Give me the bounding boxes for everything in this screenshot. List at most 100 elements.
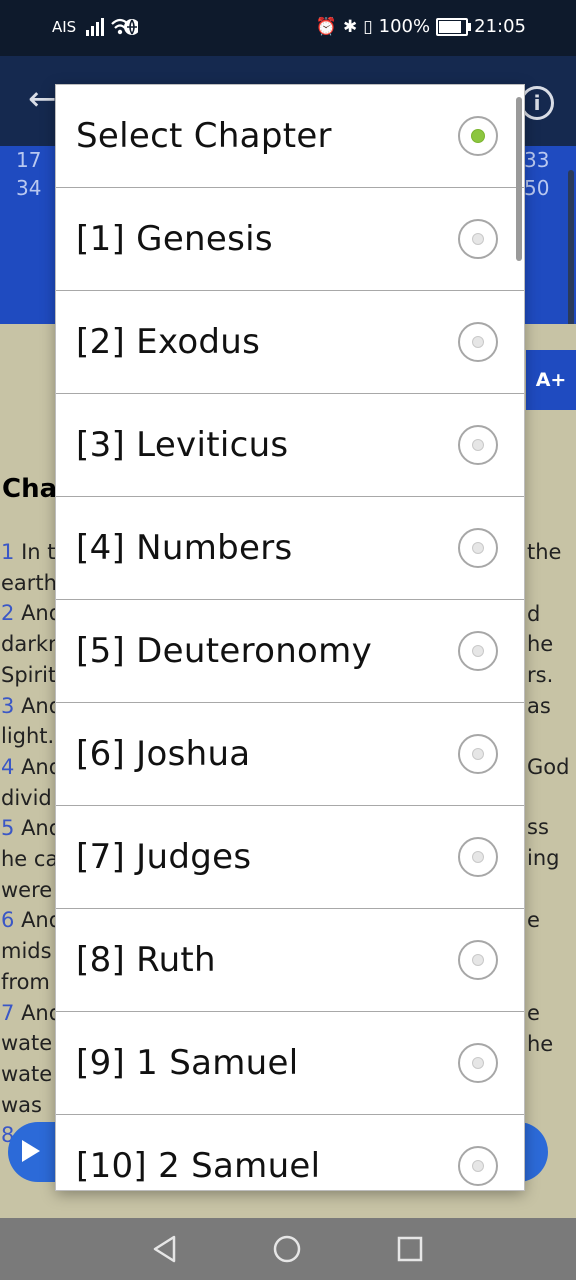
signal-icon [86, 18, 138, 36]
verse-text: divid [1, 786, 52, 810]
battery-fill [439, 20, 462, 33]
verse-text: he ca [1, 847, 59, 871]
book-option[interactable]: [3] Leviticus [56, 394, 524, 497]
carrier-label: AIS [52, 18, 77, 36]
play-icon[interactable] [22, 1140, 40, 1162]
verse-line: mids [1, 939, 52, 963]
option-label: [6] Joshua [76, 734, 251, 774]
nav-home-icon[interactable] [272, 1234, 302, 1264]
verse-text: earth [1, 571, 57, 595]
verse-text-fragment: God [527, 755, 570, 779]
option-label: [9] 1 Samuel [76, 1043, 299, 1083]
select-chapter-dialog: Select Chapter [1] Genesis [2] Exodus [3] L… [56, 85, 524, 1190]
option-label: [4] Numbers [76, 528, 293, 568]
chapter-option-list: Select Chapter [1] Genesis [2] Exodus [3] L… [56, 85, 524, 1190]
option-select-chapter[interactable]: Select Chapter [56, 85, 524, 188]
verse-line: he ca [1, 847, 58, 871]
clock: 21:05 [474, 16, 526, 37]
verse-line: 5 And [1, 816, 62, 840]
info-icon[interactable]: i [520, 86, 554, 120]
status-bar: AIS ⏰ ✱ ▯ 100% 21:05 [0, 0, 576, 56]
book-option[interactable]: [8] Ruth [56, 909, 524, 1012]
chapter-number[interactable]: 34 [16, 176, 41, 200]
battery-icon [436, 17, 472, 36]
verse-number[interactable]: 1 [1, 540, 14, 564]
radio-button[interactable] [458, 1146, 498, 1186]
chapter-number[interactable]: 50 [524, 176, 549, 200]
verse-text-fragment: rs. [527, 663, 554, 687]
verse-number[interactable]: 7 [1, 1001, 14, 1025]
option-label: [8] Ruth [76, 940, 216, 980]
verse-number[interactable]: 2 [1, 601, 14, 625]
radio-button[interactable] [458, 219, 498, 259]
verse-text: wate [1, 1031, 53, 1055]
verse-text: was [1, 1093, 42, 1117]
verse-text: Spirit [1, 663, 57, 687]
verse-line: was [1, 1093, 42, 1117]
option-label: [1] Genesis [76, 219, 273, 259]
verse-text-fragment: d [527, 602, 541, 626]
verse-text-fragment: as [527, 694, 551, 718]
verse-number[interactable]: 6 [1, 908, 14, 932]
verse-line: divid [1, 786, 52, 810]
arrow-back-icon[interactable]: ← [28, 82, 57, 116]
option-label: [5] Deuteronomy [76, 631, 372, 671]
book-option[interactable]: [4] Numbers [56, 497, 524, 600]
verse-text-fragment: he [527, 632, 554, 656]
radio-button[interactable] [458, 528, 498, 568]
font-increase-button[interactable]: A+ [526, 350, 576, 410]
radio-button[interactable] [458, 940, 498, 980]
alarm-icon: ⏰ [315, 16, 338, 37]
book-option[interactable]: [1] Genesis [56, 188, 524, 291]
radio-button[interactable] [458, 322, 498, 362]
nav-back-icon[interactable] [150, 1234, 180, 1264]
verse-text: In t [21, 540, 56, 564]
verse-number[interactable]: 4 [1, 755, 14, 779]
radio-button[interactable] [458, 116, 498, 156]
verse-line: 3 And [1, 694, 62, 718]
verse-text: mids [1, 939, 52, 963]
verse-text: were [1, 878, 53, 902]
verse-text-fragment: ing [527, 846, 560, 870]
radio-button[interactable] [458, 734, 498, 774]
option-label: [3] Leviticus [76, 425, 289, 465]
verse-line: 4 And [1, 755, 62, 779]
verse-text: from [1, 970, 50, 994]
verse-number[interactable]: 3 [1, 694, 14, 718]
verse-text-fragment: e [527, 908, 540, 932]
dialog-scrollbar[interactable] [516, 97, 522, 261]
nav-recents-icon[interactable] [396, 1235, 424, 1263]
verse-line: wate [1, 1062, 52, 1086]
verse-text-fragment: the [527, 540, 562, 564]
book-option[interactable]: [9] 1 Samuel [56, 1012, 524, 1115]
verse-line: earth [1, 571, 57, 595]
verse-line: 7 And [1, 1001, 62, 1025]
chapter-number[interactable]: 17 [16, 148, 41, 172]
verse-line: light. [1, 724, 54, 748]
radio-button[interactable] [458, 425, 498, 465]
radio-button[interactable] [458, 837, 498, 877]
verse-line: from [1, 970, 50, 994]
status-right-group: ⏰ ✱ ▯ 100% 21:05 [316, 16, 526, 37]
book-option[interactable]: [5] Deuteronomy [56, 600, 524, 703]
option-label: [2] Exodus [76, 322, 261, 362]
verse-number[interactable]: 5 [1, 816, 14, 840]
system-nav-bar [0, 1218, 576, 1280]
book-option[interactable]: [2] Exodus [56, 291, 524, 394]
option-label: [10] 2 Samuel [76, 1146, 321, 1186]
verse-text: wate [1, 1062, 53, 1086]
chapter-number[interactable]: 33 [524, 148, 549, 172]
radio-button[interactable] [458, 631, 498, 671]
book-option[interactable]: [10] 2 Samuel [56, 1115, 524, 1190]
book-option[interactable]: [6] Joshua [56, 703, 524, 806]
radio-button[interactable] [458, 1043, 498, 1083]
option-label: [7] Judges [76, 837, 252, 877]
battery-percent: 100% [378, 16, 431, 37]
verse-line: wate [1, 1031, 52, 1055]
verse-text-fragment: ss [527, 815, 549, 839]
verse-line: 1 In t [1, 540, 55, 564]
verse-text: light. [1, 724, 55, 748]
chapter-heading: Cha [2, 474, 58, 504]
book-option[interactable]: [7] Judges [56, 806, 524, 909]
verse-text-fragment: he [527, 1032, 554, 1056]
